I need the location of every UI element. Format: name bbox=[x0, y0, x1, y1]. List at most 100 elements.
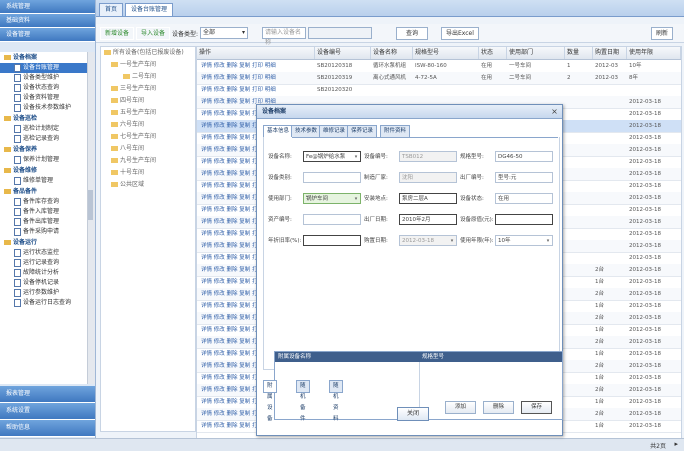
menu-group[interactable]: 设备巡检 bbox=[0, 113, 87, 124]
sidebar-section-bottom-3[interactable]: 帮助信息 bbox=[0, 420, 95, 437]
accessory-button[interactable]: 添加 bbox=[445, 401, 477, 414]
grid-column-header[interactable]: 状态 bbox=[479, 47, 507, 59]
chevron-down-icon[interactable]: ▾ bbox=[353, 154, 359, 160]
search-button[interactable]: 查询 bbox=[396, 27, 429, 40]
menu-item[interactable]: 设备类型维护 bbox=[0, 73, 87, 83]
sidebar-section-bottom-1[interactable]: 报表管理 bbox=[0, 386, 95, 403]
grid-cell-date: 2012-03-18 bbox=[629, 207, 661, 213]
menu-item[interactable]: 运行状态监控 bbox=[0, 248, 87, 258]
type-filter-select[interactable]: 全部 ▾ bbox=[200, 27, 248, 39]
chevron-down-icon[interactable]: ▾ bbox=[449, 238, 455, 244]
menu-group[interactable]: 设备保养 bbox=[0, 144, 87, 155]
sidebar-section-2[interactable]: 基础资料 bbox=[0, 14, 95, 28]
menu-item[interactable]: 设备台账管理 bbox=[0, 63, 87, 73]
chevron-down-icon[interactable]: ▾ bbox=[545, 238, 551, 244]
grid-column-header[interactable]: 使用部门 bbox=[507, 47, 565, 59]
menu-item[interactable]: 巡检记录查询 bbox=[0, 134, 87, 144]
menu-item[interactable]: 故障统计分析 bbox=[0, 268, 87, 278]
menu-item[interactable]: 巡检计划制定 bbox=[0, 124, 87, 134]
tree-node[interactable]: 六号车间 bbox=[101, 119, 195, 131]
sidebar-section-1[interactable]: 系统管理 bbox=[0, 0, 95, 14]
tree-node[interactable]: 四号车间 bbox=[101, 95, 195, 107]
row-actions[interactable]: 详情 修改 删除 复制 打印 明细 bbox=[199, 60, 313, 72]
dialog-tab[interactable]: 维修记录 bbox=[319, 125, 350, 137]
menu-item[interactable]: 运行记录查询 bbox=[0, 258, 87, 268]
menu-group[interactable]: 设备运行 bbox=[0, 237, 87, 248]
sidebar-scroll-thumb[interactable] bbox=[88, 190, 93, 220]
row-actions[interactable]: 详情 修改 删除 复制 打印 明细 bbox=[199, 84, 313, 96]
accessory-tab[interactable]: 随机备件 bbox=[296, 380, 310, 422]
tree-node[interactable]: 五号生产车间 bbox=[101, 107, 195, 119]
menu-group[interactable]: 备品备件 bbox=[0, 186, 87, 197]
grid-column-header[interactable]: 设备编号 bbox=[315, 47, 371, 59]
form-input[interactable]: 锅炉车间 ▾ bbox=[303, 193, 361, 204]
menu-item[interactable]: 设备停机记录 bbox=[0, 278, 87, 288]
tree-node[interactable]: 二号车间 bbox=[101, 71, 195, 83]
dialog-tab[interactable]: 附件资料 bbox=[380, 125, 411, 137]
tree-node[interactable]: 一号生产车间 bbox=[101, 59, 195, 71]
keyword-input-2[interactable] bbox=[308, 27, 372, 39]
form-input[interactable]: 在用 bbox=[495, 193, 553, 204]
menu-item[interactable]: 设备技术参数维护 bbox=[0, 103, 87, 113]
chevron-down-icon[interactable]: ▾ bbox=[353, 196, 359, 202]
form-input[interactable] bbox=[303, 235, 361, 246]
menu-group[interactable]: 设备档案 bbox=[0, 52, 87, 63]
menu-item[interactable]: 备件入库管理 bbox=[0, 207, 87, 217]
close-icon[interactable]: × bbox=[550, 107, 559, 116]
menu-item[interactable]: 设备状态查询 bbox=[0, 83, 87, 93]
keyword-input[interactable]: 请输入设备名称 bbox=[262, 27, 306, 46]
tree-node[interactable]: 七号生产车间 bbox=[101, 131, 195, 143]
form-input[interactable]: 泵房二层A bbox=[399, 193, 457, 204]
tree-node[interactable]: 公共区域 bbox=[101, 179, 195, 191]
tree-node[interactable]: 三号生产车间 bbox=[101, 83, 195, 95]
menu-group[interactable]: 设备维修 bbox=[0, 165, 87, 176]
menu-item[interactable]: 维修单管理 bbox=[0, 176, 87, 186]
add-button[interactable]: 新增设备 bbox=[100, 27, 135, 40]
menu-item[interactable]: 运行参数维护 bbox=[0, 288, 87, 298]
tree-node[interactable]: 八号车间 bbox=[101, 143, 195, 155]
export-button[interactable]: 导出Excel bbox=[441, 27, 479, 40]
form-input[interactable]: DG46-50 bbox=[495, 151, 553, 162]
form-input[interactable]: TSB012 bbox=[399, 151, 457, 162]
menu-item[interactable]: 备件库存查询 bbox=[0, 197, 87, 207]
menu-item[interactable]: 设备运行日志查询 bbox=[0, 298, 87, 308]
grid-column-header[interactable]: 规格型号 bbox=[413, 47, 479, 59]
menu-item[interactable]: 设备资料管理 bbox=[0, 93, 87, 103]
grid-column-header[interactable]: 购置日期 bbox=[593, 47, 627, 59]
tree-node[interactable]: 九号生产车间 bbox=[101, 155, 195, 167]
form-input[interactable]: 10年 ▾ bbox=[495, 235, 553, 246]
close-dialog-button[interactable]: 关闭 bbox=[397, 407, 429, 421]
form-input[interactable] bbox=[495, 214, 553, 225]
form-input[interactable]: 沈阳 bbox=[399, 172, 457, 183]
refresh-button[interactable]: 刷新 bbox=[651, 27, 674, 40]
accessory-tab[interactable]: 附属设备 bbox=[263, 380, 277, 422]
grid-column-header[interactable]: 设备名称 bbox=[371, 47, 413, 59]
tab-equipment-ledger[interactable]: 设备台账管理 bbox=[125, 3, 174, 16]
accessory-button[interactable]: 保存 bbox=[521, 401, 553, 414]
grid-column-header[interactable]: 数量 bbox=[565, 47, 593, 59]
grid-column-header[interactable]: 操作 bbox=[197, 47, 315, 59]
dialog-tab[interactable]: 技术参数 bbox=[291, 125, 322, 137]
form-input[interactable] bbox=[303, 172, 361, 183]
accessory-tab[interactable]: 随机资料 bbox=[329, 380, 343, 422]
tab-home[interactable]: 首页 bbox=[99, 3, 124, 16]
import-button[interactable]: 导入设备 bbox=[136, 27, 171, 40]
form-input[interactable]: Fe@锅炉给水泵 ▾ bbox=[303, 151, 361, 162]
form-input[interactable]: 2010年2月 bbox=[399, 214, 457, 225]
menu-item[interactable]: 备件采购申请 bbox=[0, 227, 87, 237]
grid-column-header[interactable]: 使用年限 bbox=[627, 47, 681, 59]
form-input[interactable] bbox=[303, 214, 361, 225]
sidebar-section-bottom-2[interactable]: 系统设置 bbox=[0, 403, 95, 420]
accessory-button[interactable]: 删除 bbox=[483, 401, 515, 414]
page-icon bbox=[14, 176, 21, 185]
menu-item[interactable]: 保养计划管理 bbox=[0, 155, 87, 165]
next-page-icon[interactable]: ▸ bbox=[674, 440, 678, 448]
dialog-tab[interactable]: 保养记录 bbox=[347, 125, 378, 137]
row-actions[interactable]: 详情 修改 删除 复制 打印 明细 bbox=[199, 72, 313, 84]
tree-root[interactable]: 所有设备(包括已报废设备) bbox=[101, 47, 195, 59]
form-input[interactable]: 2012-03-18 ▾ bbox=[399, 235, 457, 246]
menu-item[interactable]: 备件出库管理 bbox=[0, 217, 87, 227]
form-input[interactable]: 型号:元 bbox=[495, 172, 553, 183]
sidebar-section-3[interactable]: 设备管理 bbox=[0, 28, 95, 42]
tree-node[interactable]: 十号车间 bbox=[101, 167, 195, 179]
